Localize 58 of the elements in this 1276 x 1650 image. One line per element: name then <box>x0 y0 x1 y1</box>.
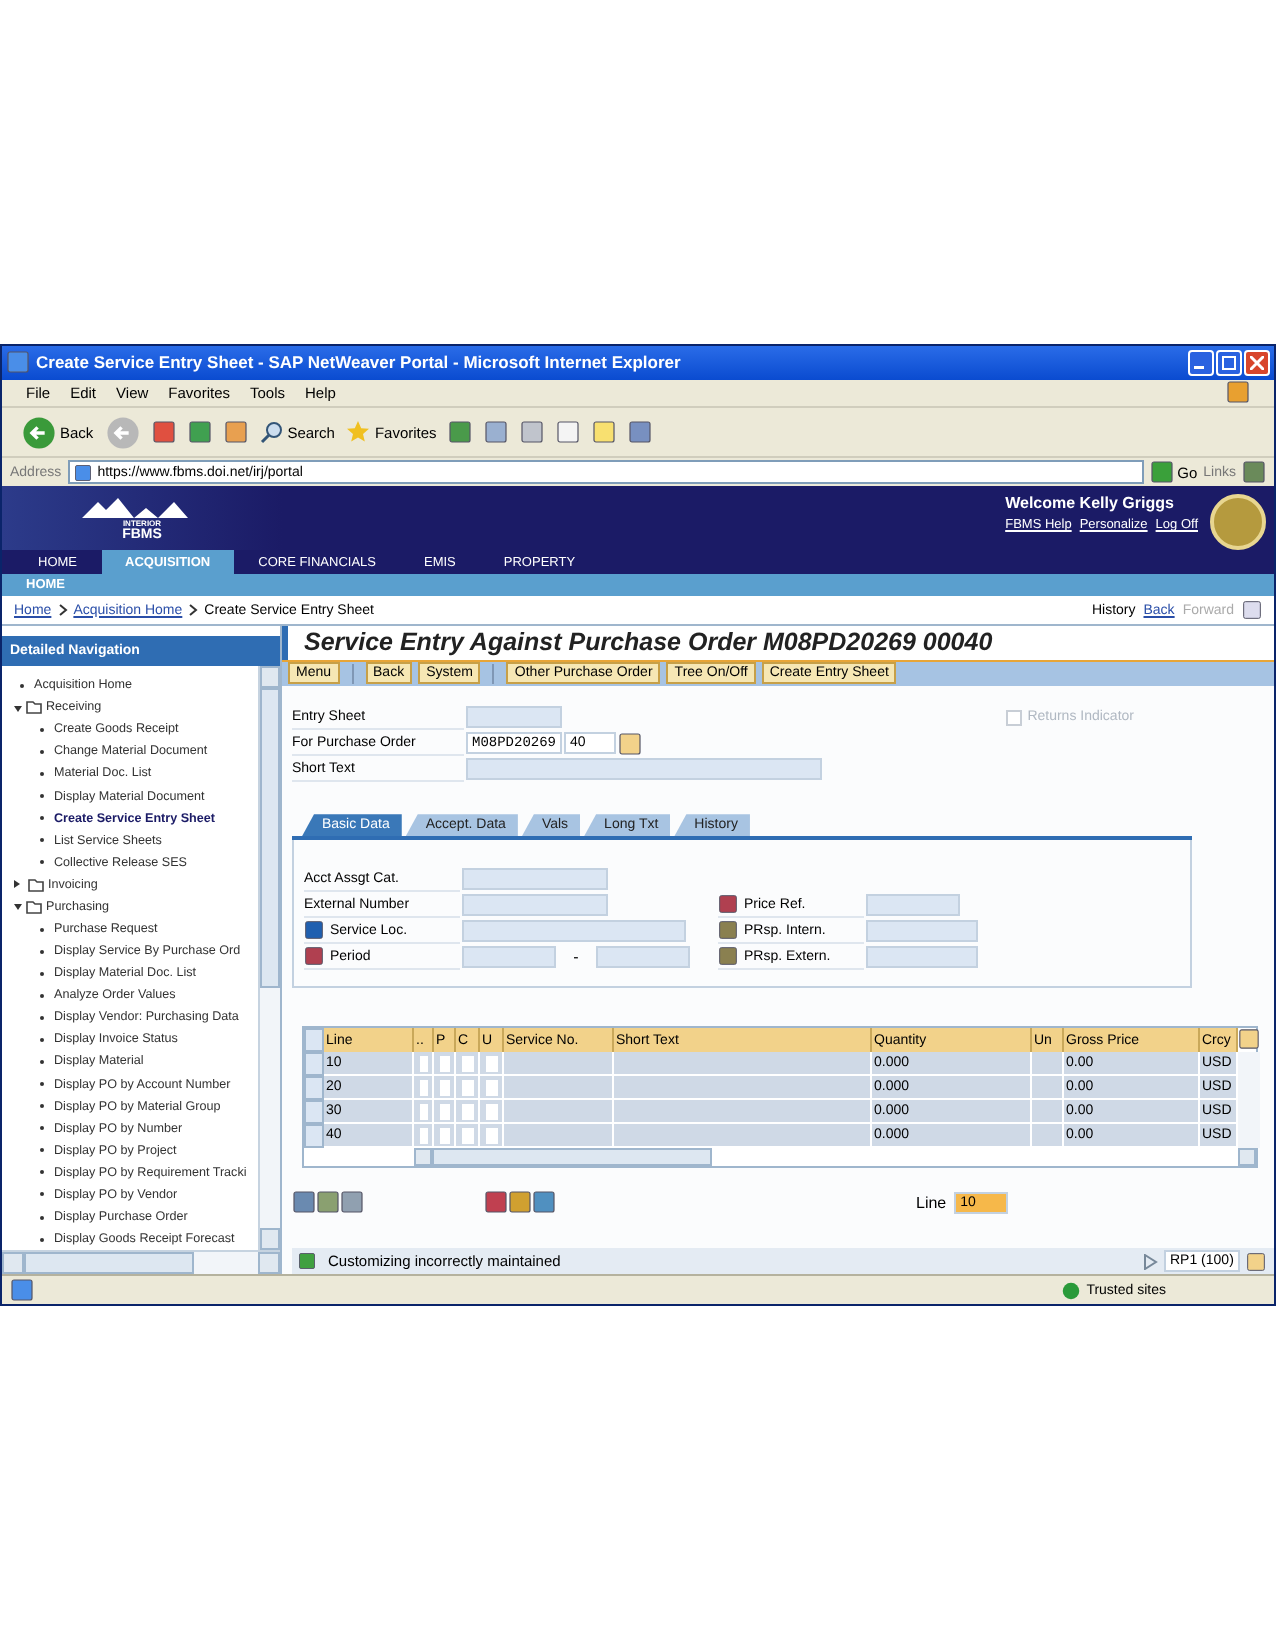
checkbox[interactable] <box>462 1055 474 1072</box>
collapsed-arrow-icon[interactable] <box>14 880 24 889</box>
close-icon <box>1250 355 1264 370</box>
table-cell <box>1032 1052 1064 1077</box>
checkbox[interactable] <box>420 1055 428 1072</box>
checkbox[interactable] <box>420 1079 428 1096</box>
close-button[interactable] <box>1244 349 1270 376</box>
input-field[interactable] <box>596 946 690 969</box>
table-cell <box>1032 1100 1064 1125</box>
window-title: Create Service Entry Sheet - SAP NetWeaver Portal - Microsoft Internet Explorer <box>36 352 681 373</box>
search-icon[interactable] <box>259 420 284 445</box>
checkbox[interactable] <box>462 1103 474 1120</box>
chevron-icon <box>188 604 199 617</box>
table-cell <box>1032 1076 1064 1101</box>
input-field[interactable] <box>462 894 608 917</box>
maximize-button[interactable] <box>1216 349 1242 376</box>
input-field[interactable] <box>462 920 686 943</box>
minimize-button[interactable] <box>1188 349 1214 376</box>
input-field[interactable] <box>866 920 978 943</box>
chevron-icon <box>57 604 68 617</box>
input-field[interactable] <box>462 946 556 969</box>
row-selector[interactable] <box>304 1052 324 1077</box>
checkbox[interactable] <box>440 1103 450 1120</box>
checkbox[interactable] <box>440 1079 450 1096</box>
range-separator: - <box>571 948 581 967</box>
checkbox[interactable] <box>420 1103 428 1120</box>
row-selector[interactable] <box>304 1076 324 1101</box>
checkbox[interactable] <box>486 1079 498 1096</box>
input-field[interactable] <box>866 894 960 917</box>
input-field[interactable] <box>866 946 978 969</box>
checkbox[interactable] <box>440 1055 450 1072</box>
checkbox[interactable] <box>486 1055 498 1072</box>
vertical-scrollbar[interactable] <box>258 666 280 1251</box>
horizontal-scrollbar[interactable] <box>2 1250 280 1275</box>
checkbox[interactable] <box>462 1079 474 1096</box>
checkbox[interactable] <box>486 1103 498 1120</box>
check-circle-icon <box>1062 1281 1081 1300</box>
checkbox[interactable] <box>486 1127 498 1144</box>
table-vertical-scrollbar[interactable] <box>1238 1124 1260 1149</box>
expanded-arrow-icon[interactable] <box>14 705 22 716</box>
field-label: Line <box>916 1193 947 1212</box>
seal-emblem <box>1210 494 1266 551</box>
table-vertical-scrollbar[interactable] <box>1238 1052 1260 1077</box>
welcome-text: Welcome Kelly Griggs <box>1005 494 1174 513</box>
table-cell <box>1032 1124 1064 1149</box>
maximize-icon <box>1222 355 1236 370</box>
checkbox[interactable] <box>462 1127 474 1144</box>
checkbox[interactable] <box>420 1127 428 1144</box>
input-field[interactable] <box>466 706 562 729</box>
input-field[interactable] <box>466 758 822 781</box>
checkbox[interactable] <box>440 1127 450 1144</box>
folder-icon[interactable] <box>26 700 42 715</box>
select-all-cell[interactable] <box>304 1028 324 1053</box>
row-selector[interactable] <box>304 1124 324 1149</box>
dropdown-field[interactable] <box>462 868 608 891</box>
star-icon[interactable] <box>346 420 371 445</box>
expand-arrow-icon[interactable] <box>1144 1253 1158 1270</box>
row-selector[interactable] <box>304 1100 324 1125</box>
